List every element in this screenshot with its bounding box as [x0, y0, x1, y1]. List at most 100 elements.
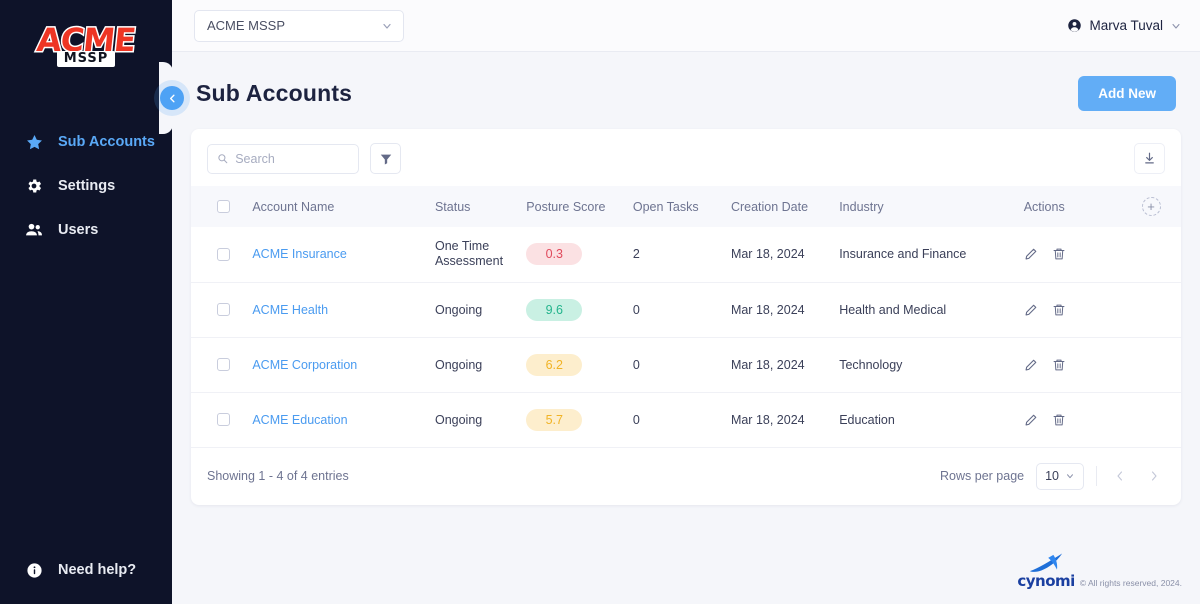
search-input[interactable]	[235, 151, 349, 166]
table-row[interactable]: ACME Health Ongoing 9.6 0 Mar 18, 2024 H…	[191, 282, 1181, 337]
chevron-left-icon	[1117, 471, 1123, 481]
chevron-down-icon	[1172, 23, 1180, 29]
sidebar-footer: Need help?	[0, 560, 172, 580]
cell-creation-date: Mar 18, 2024	[730, 247, 805, 262]
column-header-posture-score[interactable]: Posture Score	[526, 186, 633, 227]
row-select-cell	[191, 227, 252, 282]
cell-industry: Technology	[839, 357, 903, 372]
showing-entries-text: Showing 1 - 4 of 4 entries	[207, 469, 349, 483]
cell-creation-date: Mar 18, 2024	[730, 302, 805, 317]
need-help-button[interactable]: Need help?	[0, 560, 172, 580]
plus-icon[interactable]: +	[1141, 197, 1161, 216]
cell-actions	[1024, 282, 1142, 337]
trash-icon[interactable]	[1052, 247, 1066, 261]
row-checkbox[interactable]	[217, 247, 230, 261]
cell-posture-score: 5.7	[526, 392, 633, 447]
table-head: Account Name Status Posture Score Open T…	[191, 186, 1181, 227]
cell-status: Ongoing	[434, 357, 483, 372]
sidebar-item-sub-accounts[interactable]: Sub Accounts	[0, 120, 172, 164]
filter-funnel-icon	[380, 154, 391, 165]
add-column-header: +	[1141, 186, 1181, 227]
pagination-divider	[1096, 466, 1097, 486]
topbar: ACME MSSP Marva Tuval	[172, 0, 1200, 52]
logo-mssp-text: MSSP	[56, 51, 116, 67]
select-all-checkbox[interactable]	[217, 200, 230, 213]
row-select-cell	[191, 282, 252, 337]
user-menu[interactable]: Marva Tuval	[1067, 18, 1182, 33]
add-new-button[interactable]: Add New	[1078, 76, 1176, 111]
search-box[interactable]	[207, 143, 359, 174]
pencil-icon[interactable]	[1024, 413, 1038, 427]
table-row[interactable]: ACME Education Ongoing 5.7 0 Mar 18, 202…	[191, 392, 1181, 447]
sidebar-nav: Sub Accounts Settings Users	[0, 120, 172, 252]
rows-per-page-select[interactable]: 10	[1036, 462, 1084, 490]
posture-score-badge: 6.2	[526, 353, 583, 376]
posture-score-badge: 5.7	[526, 408, 583, 431]
column-header-creation-date[interactable]: Creation Date	[731, 186, 839, 227]
table-footer: Showing 1 - 4 of 4 entries Rows per page…	[191, 448, 1181, 505]
cell-actions	[1024, 337, 1142, 392]
search-icon	[218, 154, 228, 164]
table-row[interactable]: ACME Insurance One Time Assessment 0.3 2…	[191, 227, 1181, 282]
prev-page-button[interactable]	[1109, 465, 1131, 487]
org-selector-value: ACME MSSP	[207, 18, 286, 33]
filter-button[interactable]	[370, 143, 401, 174]
chevron-right-icon	[1151, 471, 1157, 481]
cell-creation-date: Mar 18, 2024	[730, 357, 805, 372]
row-select-cell	[191, 392, 252, 447]
download-button[interactable]	[1134, 143, 1165, 174]
sidebar-item-settings[interactable]: Settings	[0, 164, 172, 208]
org-selector[interactable]: ACME MSSP	[194, 9, 404, 42]
column-header-industry[interactable]: Industry	[839, 186, 1024, 227]
account-name-link[interactable]: ACME Health	[252, 303, 328, 317]
brand-logo: ACME MSSP	[0, 14, 172, 76]
column-header-account-name[interactable]: Account Name	[252, 186, 435, 227]
page-title: Sub Accounts	[196, 80, 353, 106]
sub-accounts-table: Account Name Status Posture Score Open T…	[191, 186, 1181, 448]
cell-creation-date: Mar 18, 2024	[730, 412, 805, 427]
chevron-left-icon	[169, 94, 175, 102]
chevron-down-icon	[1067, 474, 1073, 479]
cell-actions	[1024, 227, 1142, 282]
cell-posture-score: 0.3	[526, 227, 633, 282]
sidebar-item-label: Sub Accounts	[58, 134, 155, 150]
trash-icon[interactable]	[1052, 358, 1066, 372]
chevron-down-icon	[383, 23, 391, 29]
table-row[interactable]: ACME Corporation Ongoing 6.2 0 Mar 18, 2…	[191, 337, 1181, 392]
rows-per-page-label: Rows per page	[940, 469, 1025, 483]
cell-status: Ongoing	[434, 302, 483, 317]
cell-spacer	[1142, 337, 1181, 392]
rows-per-page-value: 10	[1045, 469, 1059, 483]
trash-icon[interactable]	[1052, 413, 1066, 427]
sidebar: ACME MSSP Sub Accounts Settings Users Ne…	[0, 0, 184, 604]
row-checkbox[interactable]	[217, 413, 230, 426]
users-icon	[24, 220, 44, 240]
cell-posture-score: 6.2	[526, 337, 633, 392]
table-header-row: Account Name Status Posture Score Open T…	[191, 186, 1181, 227]
account-name-link[interactable]: ACME Education	[252, 413, 347, 427]
pencil-icon[interactable]	[1024, 303, 1038, 317]
sidebar-item-label: Users	[58, 222, 99, 238]
row-checkbox[interactable]	[217, 358, 230, 371]
row-select-cell	[191, 337, 252, 392]
user-circle-icon	[1068, 19, 1082, 32]
cell-account-name: ACME Corporation	[252, 337, 435, 392]
pencil-icon[interactable]	[1024, 247, 1038, 261]
sidebar-collapse-button[interactable]	[160, 86, 184, 110]
cynomi-bird-icon	[1029, 553, 1063, 572]
select-all-header	[191, 186, 252, 227]
cell-status: One Time Assessment	[434, 239, 504, 269]
column-header-open-tasks[interactable]: Open Tasks	[633, 186, 731, 227]
column-header-status[interactable]: Status	[435, 186, 526, 227]
account-name-link[interactable]: ACME Insurance	[252, 247, 346, 261]
account-name-link[interactable]: ACME Corporation	[252, 358, 357, 372]
pencil-icon[interactable]	[1024, 358, 1038, 372]
gear-icon	[24, 176, 44, 196]
sidebar-item-users[interactable]: Users	[0, 208, 172, 252]
need-help-label: Need help?	[58, 562, 137, 578]
next-page-button[interactable]	[1143, 465, 1165, 487]
cell-open-tasks: 2	[632, 247, 640, 262]
brand-footer: cynomi © All rights reserved, 2024.	[1017, 552, 1182, 590]
row-checkbox[interactable]	[217, 303, 230, 316]
trash-icon[interactable]	[1052, 303, 1066, 317]
